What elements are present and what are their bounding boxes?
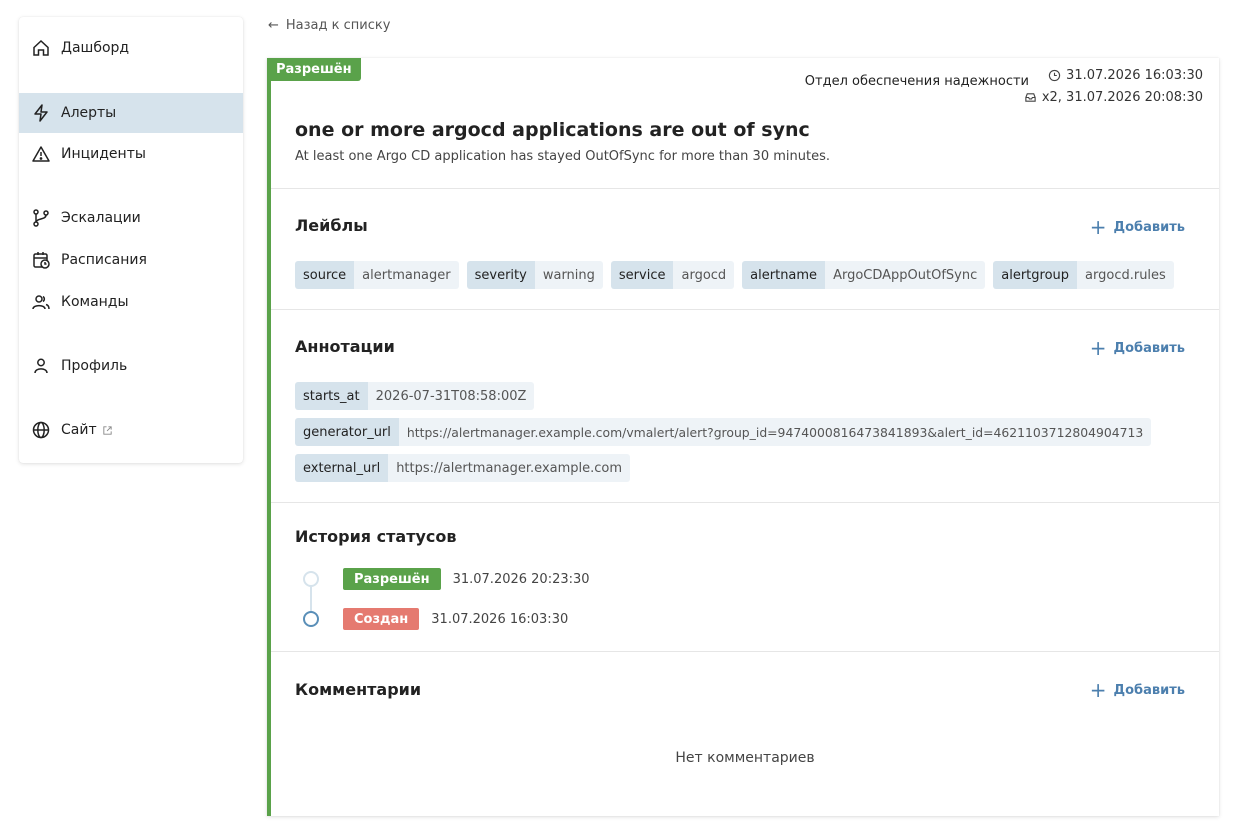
history-item: Разрешён 31.07.2026 20:23:30 — [295, 568, 590, 590]
sidebar-item-label: Дашборд — [61, 40, 130, 56]
plus-icon: + — [1089, 215, 1107, 239]
add-comment-button[interactable]: + Добавить — [1090, 680, 1185, 700]
empty-comments-message: Нет комментариев — [675, 750, 815, 766]
labels-title: Лейблы — [295, 216, 368, 235]
status-badge: Разрешён — [267, 58, 361, 81]
calendar-clock-icon — [31, 250, 51, 270]
label-tag[interactable]: source alertmanager — [295, 261, 459, 289]
sidebar-item-escalations[interactable]: Эскалации — [19, 198, 243, 238]
timeline-dot — [303, 611, 319, 627]
sidebar-item-label: Эскалации — [61, 210, 141, 226]
annotation-item[interactable]: external_url https://alertmanager.example… — [295, 454, 631, 482]
home-icon — [31, 38, 51, 58]
git-branch-icon — [31, 208, 51, 228]
back-to-list-link[interactable]: ← Назад к списку — [268, 18, 390, 33]
sidebar-item-dashboard[interactable]: Дашборд — [19, 28, 243, 68]
annotation-value: https://alertmanager.example.com — [388, 454, 631, 482]
history-title: История статусов — [295, 527, 457, 546]
divider — [271, 188, 1219, 189]
users-icon — [31, 292, 51, 312]
sidebar-item-site[interactable]: Сайт — [19, 410, 243, 450]
divider — [271, 309, 1219, 310]
history-time: 31.07.2026 20:23:30 — [452, 571, 590, 587]
external-link-icon — [102, 425, 113, 436]
annotations-title: Аннотации — [295, 337, 395, 356]
user-icon — [31, 356, 51, 376]
label-value: argocd.rules — [1077, 261, 1174, 289]
created-time-row: 31.07.2026 16:03:30 — [1024, 64, 1203, 86]
clock-icon — [1048, 69, 1066, 82]
back-link-label: Назад к списку — [285, 18, 391, 33]
divider — [271, 651, 1219, 652]
labels-list: source alertmanager severity warning servi… — [295, 261, 1174, 289]
divider — [271, 502, 1219, 503]
warning-icon — [31, 144, 51, 164]
sidebar-item-label: Алерты — [61, 105, 117, 121]
plus-icon: + — [1089, 678, 1107, 702]
sidebar-item-label: Профиль — [61, 358, 128, 374]
history-status-badge: Разрешён — [343, 568, 441, 590]
label-key: alertgroup — [993, 261, 1078, 289]
sidebar: Дашборд Алерты Инциденты Эскалации Распи… — [19, 17, 243, 463]
label-key: alertname — [742, 261, 826, 289]
label-tag[interactable]: severity warning — [466, 261, 603, 289]
annotation-value: https://alertmanager.example.com/vmalert… — [398, 418, 1152, 446]
arrow-left-icon: ← — [268, 18, 279, 33]
sidebar-item-profile[interactable]: Профиль — [19, 346, 243, 386]
inbox-icon — [1024, 91, 1042, 104]
globe-icon — [31, 420, 51, 440]
alert-card: Разрешён Отдел обеспечения надежности 31… — [267, 58, 1219, 816]
annotation-value: 2026-07-31T08:58:00Z — [367, 382, 535, 410]
label-tag[interactable]: alertname ArgoCDAppOutOfSync — [742, 261, 986, 289]
sidebar-item-incidents[interactable]: Инциденты — [19, 134, 243, 174]
annotation-item[interactable]: starts_at 2026-07-31T08:58:00Z — [295, 382, 535, 410]
created-time: 31.07.2026 16:03:30 — [1066, 67, 1203, 83]
timeline-dot — [303, 571, 319, 587]
label-value: warning — [534, 261, 603, 289]
add-comment-text: Добавить — [1113, 682, 1185, 698]
alert-title: one or more argocd applications are out … — [295, 119, 810, 141]
sidebar-item-label: Команды — [61, 294, 129, 310]
label-value: argocd — [673, 261, 735, 289]
sidebar-item-schedules[interactable]: Расписания — [19, 240, 243, 280]
annotation-item[interactable]: generator_url https://alertmanager.exampl… — [295, 418, 1152, 446]
alert-description: At least one Argo CD application has sta… — [295, 149, 830, 164]
history-status-badge: Создан — [343, 608, 420, 630]
add-annotation-button[interactable]: + Добавить — [1090, 338, 1185, 358]
annotation-key: generator_url — [295, 418, 399, 446]
label-tag[interactable]: service argocd — [610, 261, 735, 289]
annotation-key: external_url — [295, 454, 389, 482]
annotation-key: starts_at — [295, 382, 368, 410]
history-item: Создан 31.07.2026 16:03:30 — [295, 608, 568, 630]
add-label-text: Добавить — [1113, 219, 1185, 235]
sidebar-item-label: Инциденты — [61, 146, 146, 162]
repeat-row: x2, 31.07.2026 20:08:30 — [1024, 86, 1203, 108]
label-key: source — [295, 261, 355, 289]
team-name: Отдел обеспечения надежности — [804, 74, 1029, 89]
annotations-list: starts_at 2026-07-31T08:58:00Z generator_… — [295, 382, 1152, 482]
add-annotation-text: Добавить — [1113, 340, 1185, 356]
comments-title: Комментарии — [295, 680, 422, 699]
lightning-icon — [31, 103, 51, 123]
sidebar-item-label: Расписания — [61, 252, 147, 268]
label-key: service — [610, 261, 674, 289]
alert-meta: 31.07.2026 16:03:30 x2, 31.07.2026 20:08… — [1024, 64, 1203, 108]
label-value: ArgoCDAppOutOfSync — [825, 261, 986, 289]
label-value: alertmanager — [354, 261, 459, 289]
sidebar-item-teams[interactable]: Команды — [19, 282, 243, 322]
add-label-button[interactable]: + Добавить — [1090, 217, 1185, 237]
sidebar-item-alerts[interactable]: Алерты — [19, 93, 243, 133]
history-time: 31.07.2026 16:03:30 — [431, 611, 569, 627]
sidebar-item-label: Сайт — [61, 422, 97, 438]
label-tag[interactable]: alertgroup argocd.rules — [993, 261, 1174, 289]
label-key: severity — [466, 261, 535, 289]
plus-icon: + — [1089, 336, 1107, 360]
repeat-info: x2, 31.07.2026 20:08:30 — [1041, 89, 1203, 105]
